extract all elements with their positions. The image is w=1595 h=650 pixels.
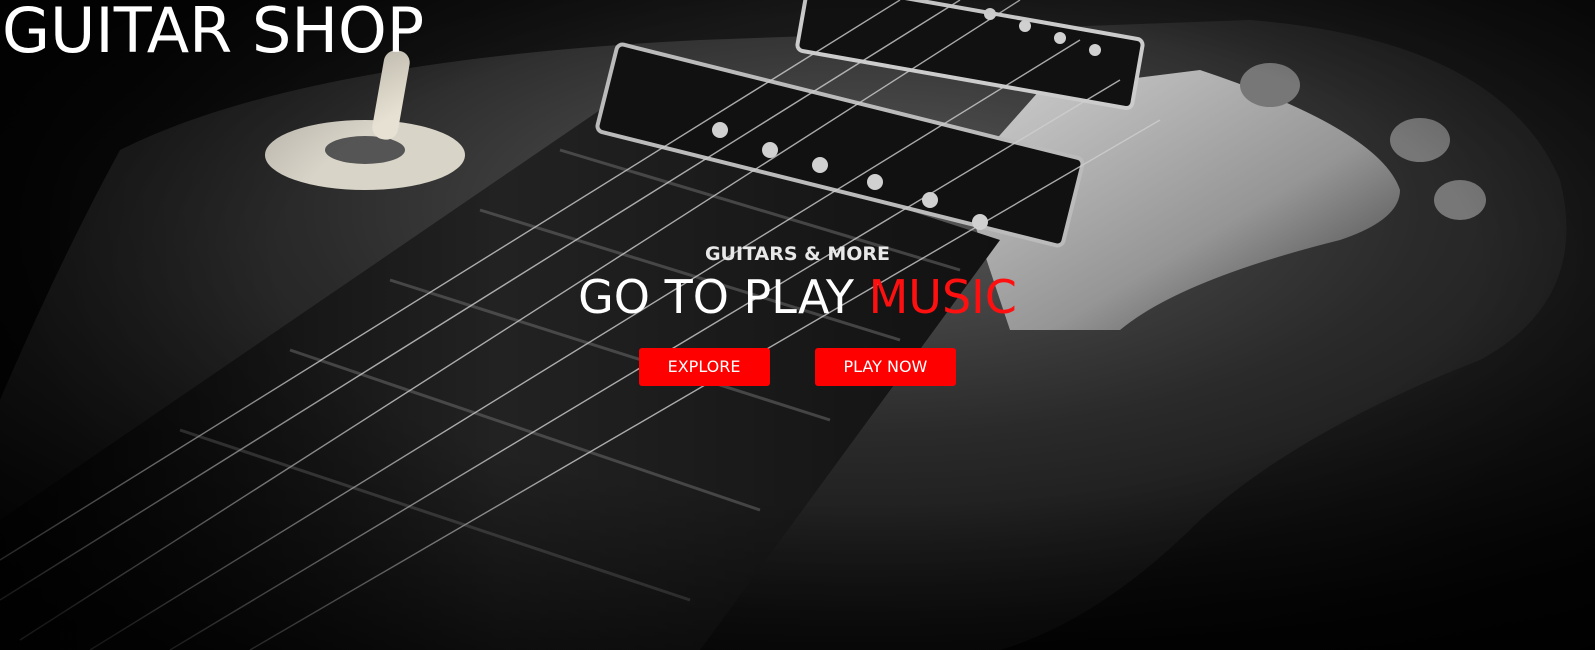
hero-section: GUITAR SHOP GUITARS & MORE GO TO PLAY MU… (0, 0, 1595, 650)
hero-headline-main: GO TO PLAY (578, 270, 869, 324)
play-now-button[interactable]: PLAY NOW (814, 348, 957, 386)
hero-subtitle: GUITARS & MORE (704, 243, 891, 265)
hero-headline: GO TO PLAY MUSIC (0, 268, 1595, 326)
hero-actions: EXPLORE PLAY NOW (0, 348, 1595, 386)
hero-headline-accent: MUSIC (868, 270, 1017, 324)
site-logo-title[interactable]: GUITAR SHOP (2, 0, 424, 68)
explore-button[interactable]: EXPLORE (638, 348, 770, 386)
hero-content: GUITARS & MORE GO TO PLAY MUSIC EXPLORE … (0, 240, 1595, 386)
